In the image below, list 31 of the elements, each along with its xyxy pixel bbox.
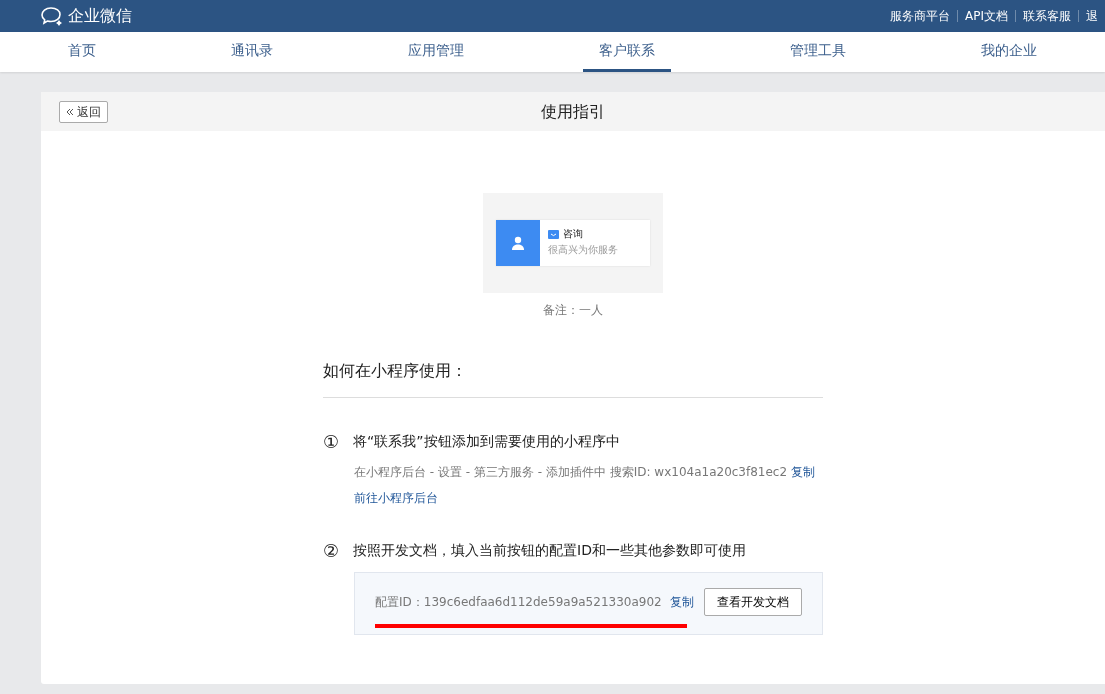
nav-tab[interactable]: 客户联系 — [583, 32, 672, 72]
copy-link[interactable]: 复制 — [669, 593, 694, 611]
nav-tab[interactable]: 我的企业 — [965, 32, 1054, 72]
preview-subtitle: 很高兴为你服务 — [548, 244, 618, 256]
double-chevron-left-icon — [66, 108, 74, 116]
chat-bubble-logo-icon — [40, 6, 64, 26]
step-number: ② — [323, 539, 341, 563]
nav-tab[interactable]: 应用管理 — [391, 32, 480, 72]
nav-tab[interactable]: 首页 — [51, 32, 112, 72]
view-docs-button[interactable]: 查看开发文档 — [704, 588, 802, 616]
section-title: 如何在小程序使用： — [323, 359, 823, 398]
brand-name: 企业微信 — [68, 5, 132, 27]
header-link[interactable]: API文档 — [957, 10, 1008, 22]
header-link[interactable]: 联系客服 — [1015, 10, 1071, 22]
mini-program-link[interactable]: 前往小程序后台 — [354, 489, 438, 507]
copy-link[interactable]: 复制 — [791, 463, 816, 481]
header-link[interactable]: 退 — [1078, 10, 1098, 22]
nav-tab[interactable]: 通讯录 — [214, 32, 289, 72]
person-icon — [511, 236, 525, 250]
step-number: ① — [323, 430, 341, 454]
preview-title: 咨询 — [563, 228, 583, 240]
nav-tab[interactable]: 管理工具 — [774, 32, 863, 72]
note-text: 备注：一人 — [543, 302, 603, 319]
page-title: 使用指引 — [541, 100, 605, 123]
step-title: 按照开发文档，填入当前按钮的配置ID和一些其他参数即可使用 — [353, 541, 746, 560]
header-link[interactable]: 服务商平台 — [890, 10, 950, 22]
back-button[interactable]: 返回 — [59, 100, 108, 123]
message-icon — [548, 229, 559, 239]
step-description: 在小程序后台 - 设置 - 第三方服务 - 添加插件中 搜索ID: wx104a1a20c3f81ec2 — [354, 464, 788, 481]
config-id-text: 配置ID：139c6edfaa6d112de59a9a521330a902 — [375, 594, 662, 611]
step-title: 将“联系我”按钮添加到需要使用的小程序中 — [353, 432, 620, 451]
